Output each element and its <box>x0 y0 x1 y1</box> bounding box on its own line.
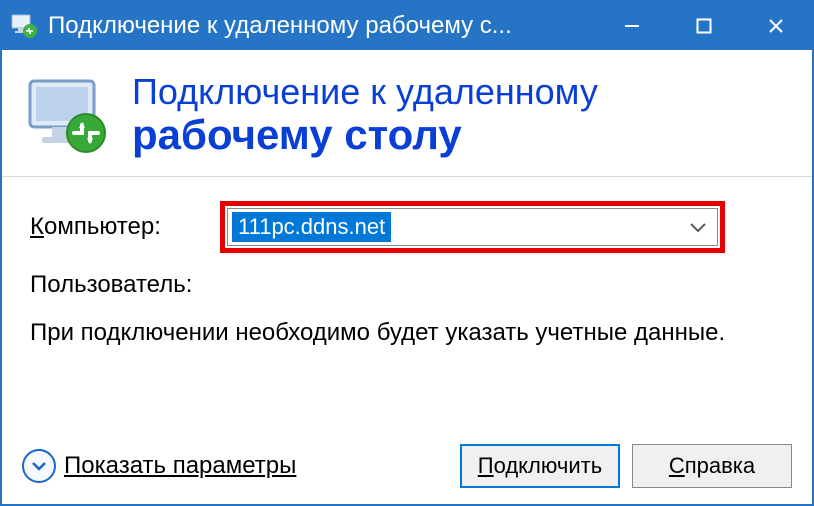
chevron-down-icon[interactable] <box>689 213 707 241</box>
maximize-button[interactable] <box>668 2 740 50</box>
dialog-footer: Показать параметры Подключить Справка <box>2 432 812 504</box>
computer-label: Компьютер: <box>30 213 220 241</box>
computer-value-selected: 111pc.ddns.net <box>232 212 391 242</box>
chevron-down-circle-icon <box>22 449 56 483</box>
user-label: Пользователь: <box>30 271 230 299</box>
show-options-toggle[interactable]: Показать параметры <box>22 449 448 483</box>
dialog-header: Подключение к удаленному рабочему столу <box>2 50 812 177</box>
rdp-app-icon <box>10 12 38 40</box>
window-title: Подключение к удаленному рабочему с... <box>48 12 596 40</box>
header-title-line1: Подключение к удаленному <box>132 72 598 112</box>
close-button[interactable] <box>740 2 812 50</box>
user-row: Пользователь: <box>30 271 784 299</box>
computer-highlight-box: 111pc.ddns.net <box>220 201 725 253</box>
rdp-window: Подключение к удаленному рабочему с... <box>0 0 814 506</box>
computer-combobox[interactable]: 111pc.ddns.net <box>227 208 718 246</box>
titlebar[interactable]: Подключение к удаленному рабочему с... <box>2 2 812 50</box>
dialog-body: Компьютер: 111pc.ddns.net Пользователь: … <box>2 177 812 432</box>
connect-button[interactable]: Подключить <box>460 444 620 488</box>
help-button[interactable]: Справка <box>632 444 792 488</box>
computer-row: Компьютер: 111pc.ddns.net <box>30 201 784 253</box>
credentials-info-text: При подключении необходимо будет указать… <box>30 317 784 349</box>
show-options-label: Показать параметры <box>64 452 296 480</box>
minimize-button[interactable] <box>596 2 668 50</box>
rdp-header-icon <box>24 75 114 155</box>
header-title-line2: рабочему столу <box>132 112 598 158</box>
